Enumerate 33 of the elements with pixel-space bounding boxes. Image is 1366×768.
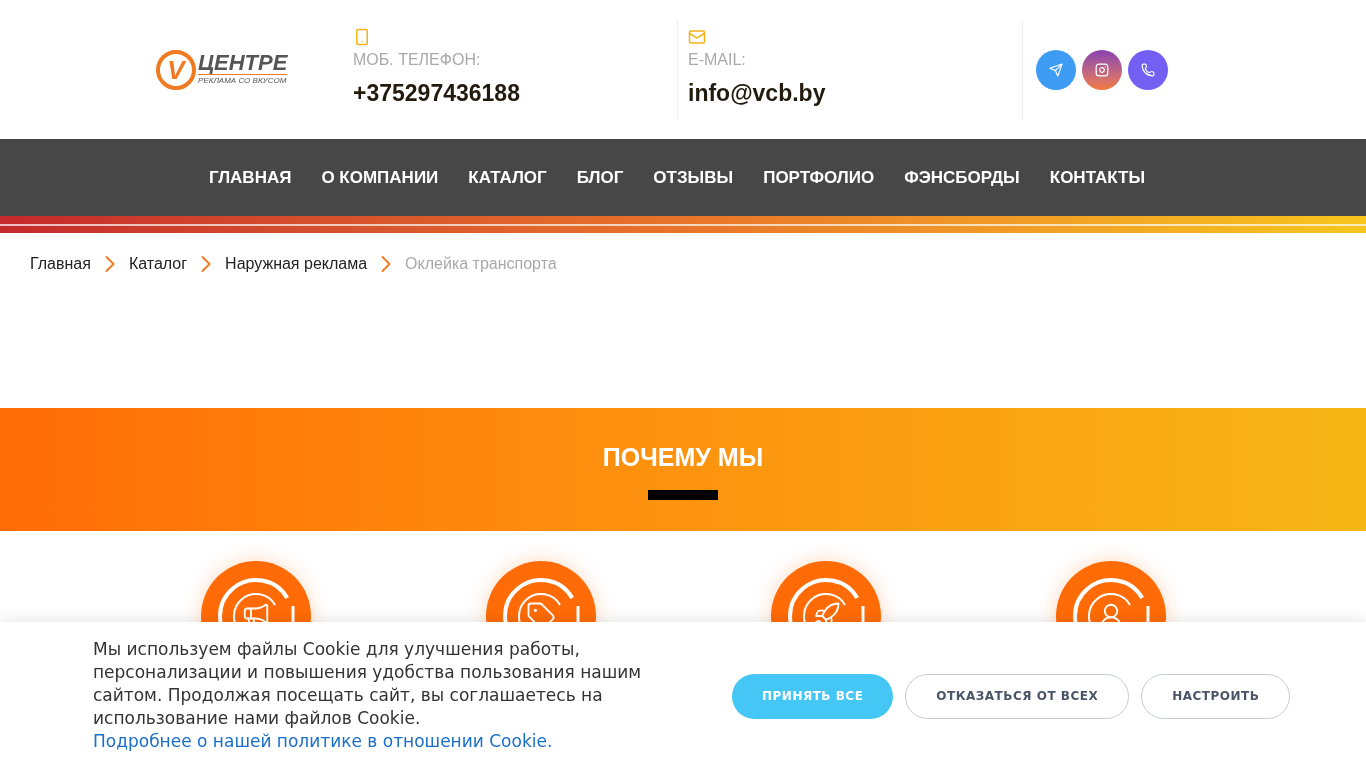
contact-label: E-MAIL:: [688, 50, 747, 71]
nav-link[interactable]: ПОРТФОЛИО: [763, 164, 875, 191]
instagram-icon: [1095, 62, 1109, 77]
section-title: ПОЧЕМУ МЫ: [602, 442, 764, 472]
logo-name: ЦЕНТРЕ: [198, 52, 288, 74]
current-page-label: Оклейка транспорта: [405, 253, 557, 274]
breadcrumb[interactable]: Каталог: [128, 251, 188, 276]
phone-icon: [353, 28, 371, 47]
cookie-option-button[interactable]: ОТКАЗАТЬСЯ ОТ ВСЕХ: [905, 673, 1130, 719]
contact-label: МОБ. ТЕЛЕФОН:: [353, 50, 482, 71]
nav-link[interactable]: ОТЗЫВЫ: [653, 164, 734, 191]
nav-link[interactable]: КАТАЛОГ: [468, 164, 547, 191]
contact-value[interactable]: +375297436188: [353, 76, 677, 111]
social-button[interactable]: [1082, 49, 1122, 90]
nav-link[interactable]: ФЭНСБОРДЫ: [904, 164, 1020, 191]
telegram-icon: [1049, 62, 1063, 77]
cookie-option-button[interactable]: НАСТРОИТЬ: [1141, 673, 1291, 719]
nav-link[interactable]: О КОМПАНИИ: [321, 164, 439, 191]
logo-tagline: РЕКЛАМА СО ВКУСОМ: [198, 74, 288, 87]
title-underline: [648, 490, 718, 500]
logo-mark: V: [156, 49, 196, 90]
phone-icon: [1141, 62, 1155, 77]
breadcrumb[interactable]: Наружная реклама: [225, 251, 368, 276]
policy-link[interactable]: Подробнее о нашей политике в отношении Cookie.: [93, 729, 553, 753]
contact-value[interactable]: info@vcb.by: [688, 76, 1022, 111]
cookie-text: Мы используем файлы Cookie для улучшения работы, персонализации и повышения удобства пользования нашим сайтом. Продолжая посещать сайт, вы соглашаетесь на использование нами файлов Cookie. Подробнее о нашей политике в отношении Cookie.: [93, 637, 643, 753]
nav-link[interactable]: БЛОГ: [576, 164, 624, 191]
social-button[interactable]: [1128, 49, 1168, 90]
breadcrumb[interactable]: Главная: [30, 251, 91, 276]
nav-link[interactable]: КОНТАКТЫ: [1049, 164, 1146, 191]
social-button[interactable]: [1036, 49, 1076, 90]
mail-icon: [688, 28, 706, 47]
nav-link[interactable]: ГЛАВНАЯ: [208, 164, 292, 191]
